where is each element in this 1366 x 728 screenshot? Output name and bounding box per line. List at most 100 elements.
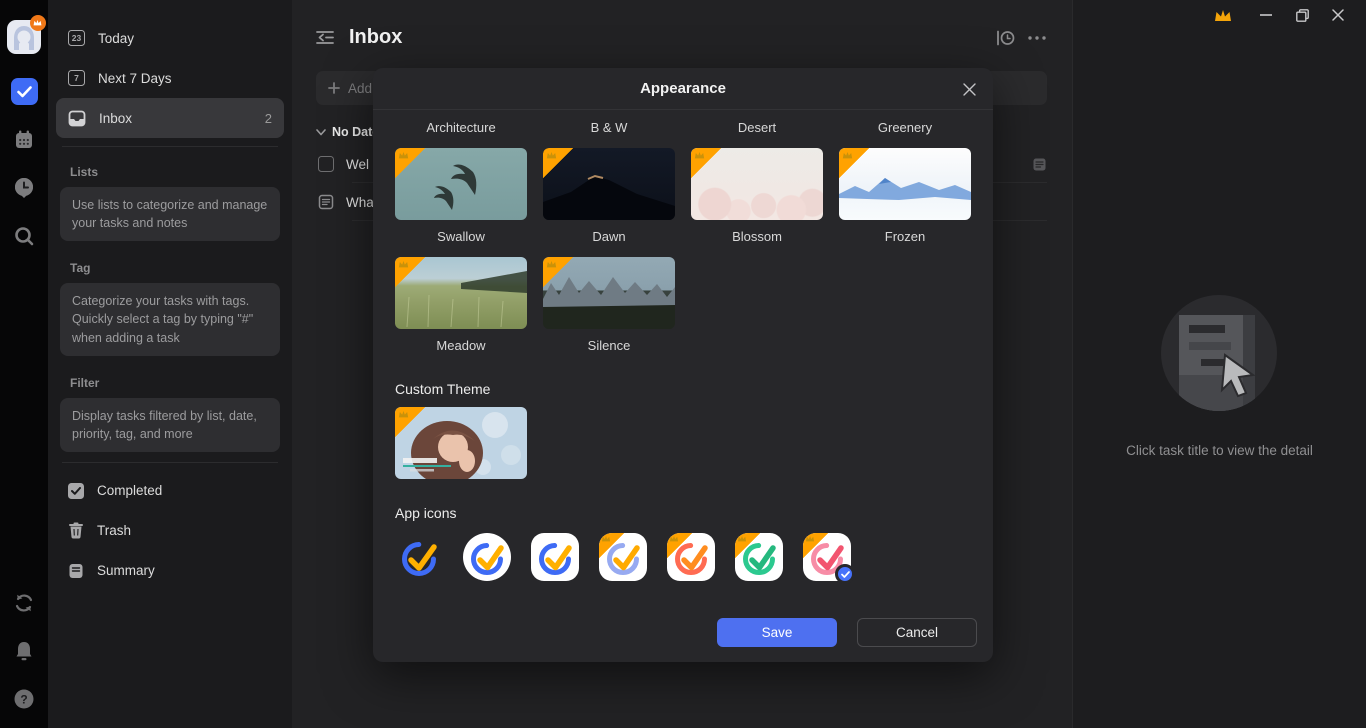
theme-label-architecture[interactable]: Architecture xyxy=(395,120,527,135)
chevron-down-icon xyxy=(316,129,326,136)
sidebar-item-trash[interactable]: Trash xyxy=(56,511,284,551)
app-icons-row xyxy=(395,533,971,581)
avatar-premium-crown-icon xyxy=(30,15,46,31)
theme-name: Meadow xyxy=(395,338,527,353)
theme-option-blossom[interactable]: Blossom xyxy=(691,148,823,244)
premium-crown-badge xyxy=(543,257,573,287)
sidebar-item-completed[interactable]: Completed xyxy=(56,471,284,511)
pomodoro-clock-icon[interactable] xyxy=(11,175,37,201)
empty-state-text: Click task title to view the detail xyxy=(1126,443,1313,458)
sidebar-item-label: Summary xyxy=(97,563,272,578)
cancel-button[interactable]: Cancel xyxy=(857,618,977,647)
app-icon-option-6[interactable] xyxy=(735,533,783,581)
section-label-lists: Lists xyxy=(48,155,292,183)
sidebar-item-label: Next 7 Days xyxy=(98,71,272,86)
sidebar-item-inbox[interactable]: Inbox 2 xyxy=(56,98,284,138)
premium-crown-badge xyxy=(667,533,692,558)
task-checkbox[interactable] xyxy=(318,156,334,172)
app-icon-option-4[interactable] xyxy=(599,533,647,581)
sync-icon[interactable] xyxy=(11,590,37,616)
selected-check-badge xyxy=(835,564,855,584)
meadow-preview-image[interactable] xyxy=(395,257,527,329)
filter-hint[interactable]: Display tasks filtered by list, date, pr… xyxy=(60,398,280,452)
next7days-calendar-icon: 7 xyxy=(68,70,85,86)
theme-option-swallow[interactable]: Swallow xyxy=(395,148,527,244)
sidebar-item-label: Inbox xyxy=(99,111,265,126)
sidebar-item-next-7-days[interactable]: 7 Next 7 Days xyxy=(56,58,284,98)
theme-name: Blossom xyxy=(691,229,823,244)
app-icon-option-2[interactable] xyxy=(463,533,511,581)
sidebar-item-label: Trash xyxy=(97,523,272,538)
inbox-count-badge: 2 xyxy=(265,111,272,126)
premium-crown-badge xyxy=(691,148,721,178)
section-label-filter: Filter xyxy=(48,366,292,394)
frozen-preview-image[interactable] xyxy=(839,148,971,220)
app-icon-option-7[interactable] xyxy=(803,533,851,581)
user-avatar[interactable] xyxy=(7,20,41,54)
search-icon[interactable] xyxy=(11,223,37,249)
premium-crown-badge xyxy=(395,257,425,287)
theme-label-bw[interactable]: B & W xyxy=(543,120,675,135)
theme-option-meadow[interactable]: Meadow xyxy=(395,257,527,353)
theme-option-silence[interactable]: Silence xyxy=(543,257,675,353)
premium-crown-badge xyxy=(839,148,869,178)
swallow-preview-image[interactable] xyxy=(395,148,527,220)
appearance-dialog: Appearance Architecture B & W Desert Gre… xyxy=(373,68,993,662)
left-rail: ? xyxy=(0,0,48,728)
blossom-preview-image[interactable] xyxy=(691,148,823,220)
sidebar-item-label: Today xyxy=(98,31,272,46)
tag-hint[interactable]: Categorize your tasks with tags. Quickly… xyxy=(60,283,280,355)
more-options-icon[interactable] xyxy=(1026,27,1048,49)
theme-name: Dawn xyxy=(543,229,675,244)
app-logo-tasks-icon[interactable] xyxy=(11,78,38,105)
app-icon-option-1[interactable] xyxy=(395,533,443,581)
window-controls xyxy=(1206,0,1366,30)
minimize-button[interactable] xyxy=(1248,1,1284,29)
sidebar-divider xyxy=(62,462,278,463)
premium-crown-icon[interactable] xyxy=(1206,1,1240,29)
sort-icon[interactable] xyxy=(994,27,1016,49)
sidebar-item-label: Completed xyxy=(97,483,272,498)
theme-name: Swallow xyxy=(395,229,527,244)
app-icon-option-5[interactable] xyxy=(667,533,715,581)
theme-option-dawn[interactable]: Dawn xyxy=(543,148,675,244)
note-indicator-icon xyxy=(1032,157,1047,172)
sidebar: 23 Today 7 Next 7 Days Inbox 2 Lists Use… xyxy=(48,0,292,728)
notifications-bell-icon[interactable] xyxy=(11,638,37,664)
sidebar-item-summary[interactable]: Summary xyxy=(56,551,284,591)
plus-icon xyxy=(328,82,340,94)
premium-crown-badge xyxy=(735,533,760,558)
sidebar-item-today[interactable]: 23 Today xyxy=(56,18,284,58)
theme-option-frozen[interactable]: Frozen xyxy=(839,148,971,244)
completed-checkbox-icon xyxy=(68,483,84,499)
premium-crown-badge xyxy=(543,148,573,178)
svg-text:?: ? xyxy=(20,693,27,707)
restore-button[interactable] xyxy=(1284,1,1320,29)
sidebar-divider xyxy=(62,146,278,147)
theme-label-desert[interactable]: Desert xyxy=(691,120,823,135)
summary-icon xyxy=(68,563,84,579)
help-icon[interactable]: ? xyxy=(11,686,37,712)
section-label-tag: Tag xyxy=(48,251,292,279)
custom-theme-heading: Custom Theme xyxy=(395,381,971,397)
premium-crown-badge xyxy=(803,533,828,558)
page-title: Inbox xyxy=(349,26,984,49)
app-icons-heading: App icons xyxy=(395,505,971,521)
dialog-title: Appearance xyxy=(640,80,726,97)
note-item-icon[interactable] xyxy=(318,194,334,210)
collapse-sidebar-icon[interactable] xyxy=(316,30,335,45)
dialog-close-icon[interactable] xyxy=(959,79,979,99)
close-button[interactable] xyxy=(1320,1,1356,29)
theme-label-greenery[interactable]: Greenery xyxy=(839,120,971,135)
custom-theme-option[interactable] xyxy=(395,407,527,479)
premium-crown-badge xyxy=(395,148,425,178)
calendar-icon[interactable] xyxy=(11,127,37,153)
dawn-preview-image[interactable] xyxy=(543,148,675,220)
premium-crown-badge xyxy=(599,533,624,558)
silence-preview-image[interactable] xyxy=(543,257,675,329)
task-detail-panel: Click task title to view the detail xyxy=(1072,0,1366,728)
save-button[interactable]: Save xyxy=(717,618,837,647)
inbox-icon xyxy=(68,110,86,127)
app-icon-option-3[interactable] xyxy=(531,533,579,581)
lists-hint[interactable]: Use lists to categorize and manage your … xyxy=(60,187,280,241)
